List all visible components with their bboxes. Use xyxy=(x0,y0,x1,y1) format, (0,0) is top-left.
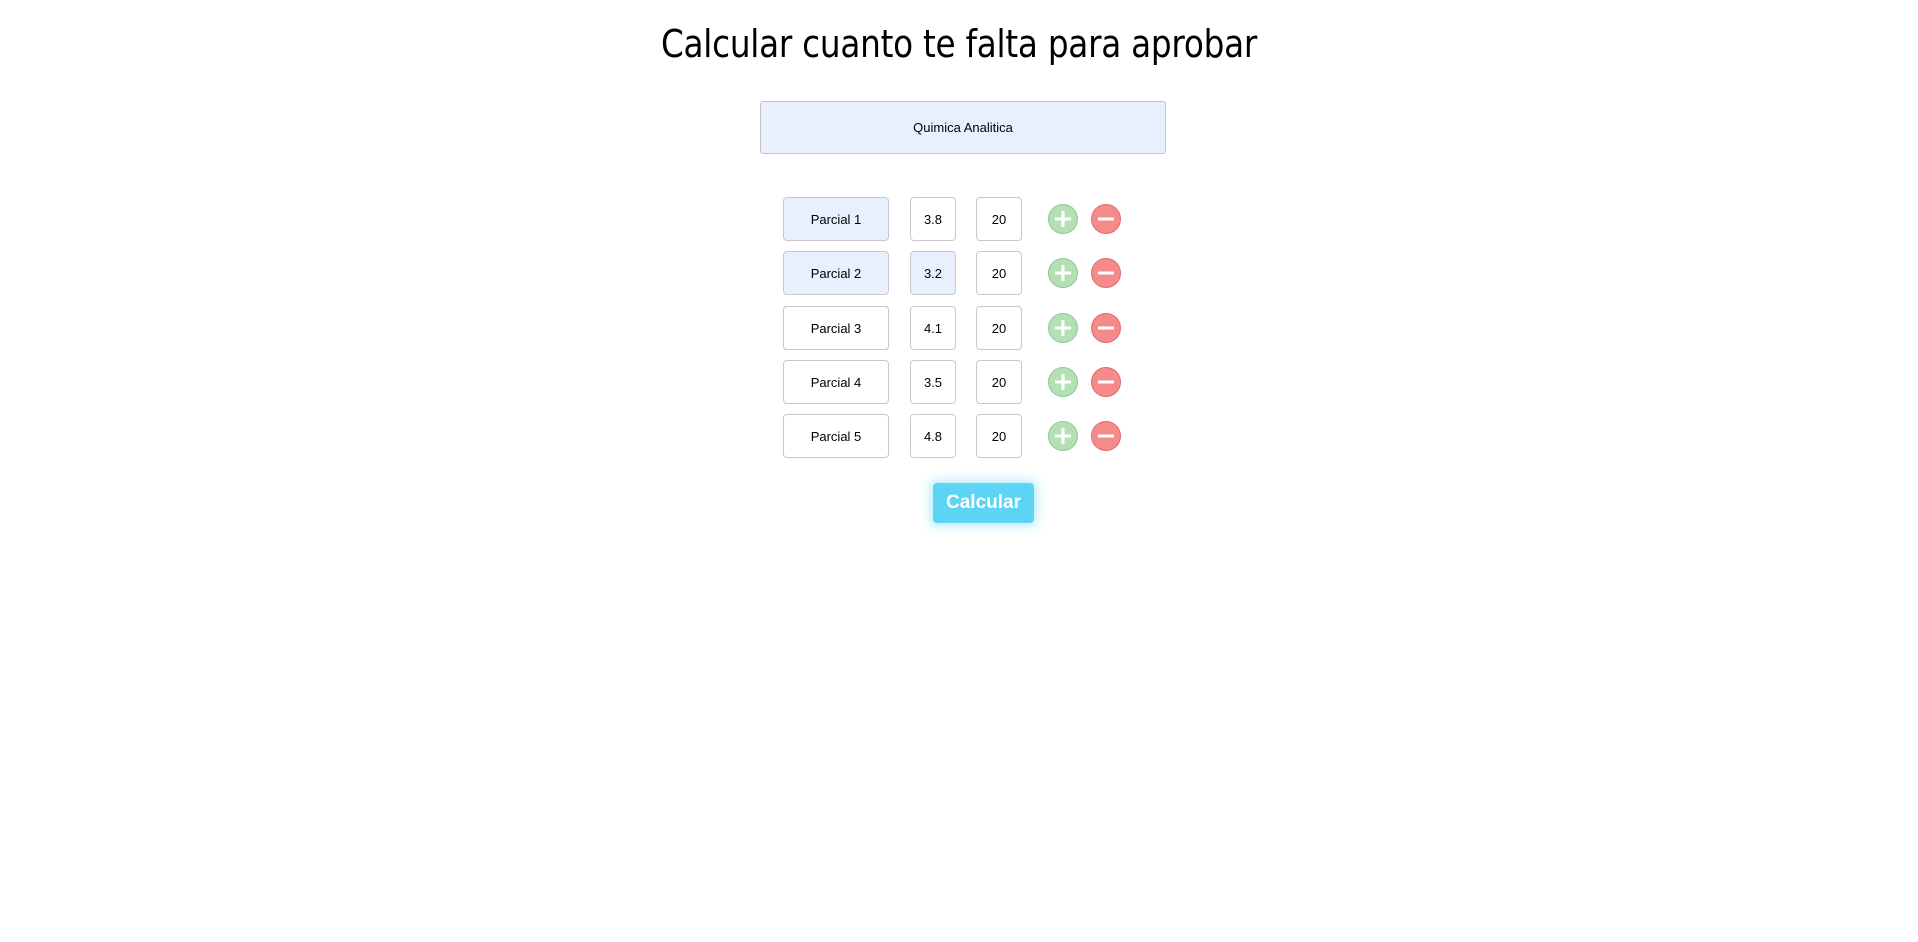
minus-circle-icon xyxy=(1098,271,1114,275)
evaluation-name-input[interactable] xyxy=(783,414,889,458)
add-row-button[interactable] xyxy=(1048,313,1078,343)
remove-row-button[interactable] xyxy=(1091,204,1121,234)
remove-row-button[interactable] xyxy=(1091,313,1121,343)
remove-row-button[interactable] xyxy=(1091,421,1121,451)
weight-input[interactable] xyxy=(976,414,1022,458)
evaluation-name-input[interactable] xyxy=(783,251,889,295)
grade-input[interactable] xyxy=(910,414,956,458)
minus-circle-icon xyxy=(1098,434,1114,438)
page-title: Calcular cuanto te falta para aprobar xyxy=(660,22,1258,66)
grade-input[interactable] xyxy=(910,197,956,241)
grade-input[interactable] xyxy=(910,360,956,404)
grade-input[interactable] xyxy=(910,306,956,350)
plus-circle-icon xyxy=(1055,374,1071,390)
plus-circle-icon xyxy=(1055,211,1071,227)
plus-circle-icon xyxy=(1055,265,1071,281)
grade-row xyxy=(0,306,1918,350)
minus-circle-icon xyxy=(1098,217,1114,221)
evaluation-name-input[interactable] xyxy=(783,306,889,350)
grade-input[interactable] xyxy=(910,251,956,295)
weight-input[interactable] xyxy=(976,197,1022,241)
calculate-button[interactable]: Calcular xyxy=(933,483,1034,523)
grade-row xyxy=(0,197,1918,241)
plus-circle-icon xyxy=(1055,320,1071,336)
remove-row-button[interactable] xyxy=(1091,258,1121,288)
add-row-button[interactable] xyxy=(1048,204,1078,234)
evaluation-name-input[interactable] xyxy=(783,360,889,404)
add-row-button[interactable] xyxy=(1048,367,1078,397)
add-row-button[interactable] xyxy=(1048,421,1078,451)
subject-input[interactable] xyxy=(760,101,1166,154)
add-row-button[interactable] xyxy=(1048,258,1078,288)
evaluation-name-input[interactable] xyxy=(783,197,889,241)
minus-circle-icon xyxy=(1098,326,1114,330)
plus-circle-icon xyxy=(1055,428,1071,444)
weight-input[interactable] xyxy=(976,251,1022,295)
remove-row-button[interactable] xyxy=(1091,367,1121,397)
grade-row xyxy=(0,360,1918,404)
grade-row xyxy=(0,251,1918,295)
grade-row xyxy=(0,414,1918,458)
weight-input[interactable] xyxy=(976,306,1022,350)
minus-circle-icon xyxy=(1098,380,1114,384)
weight-input[interactable] xyxy=(976,360,1022,404)
